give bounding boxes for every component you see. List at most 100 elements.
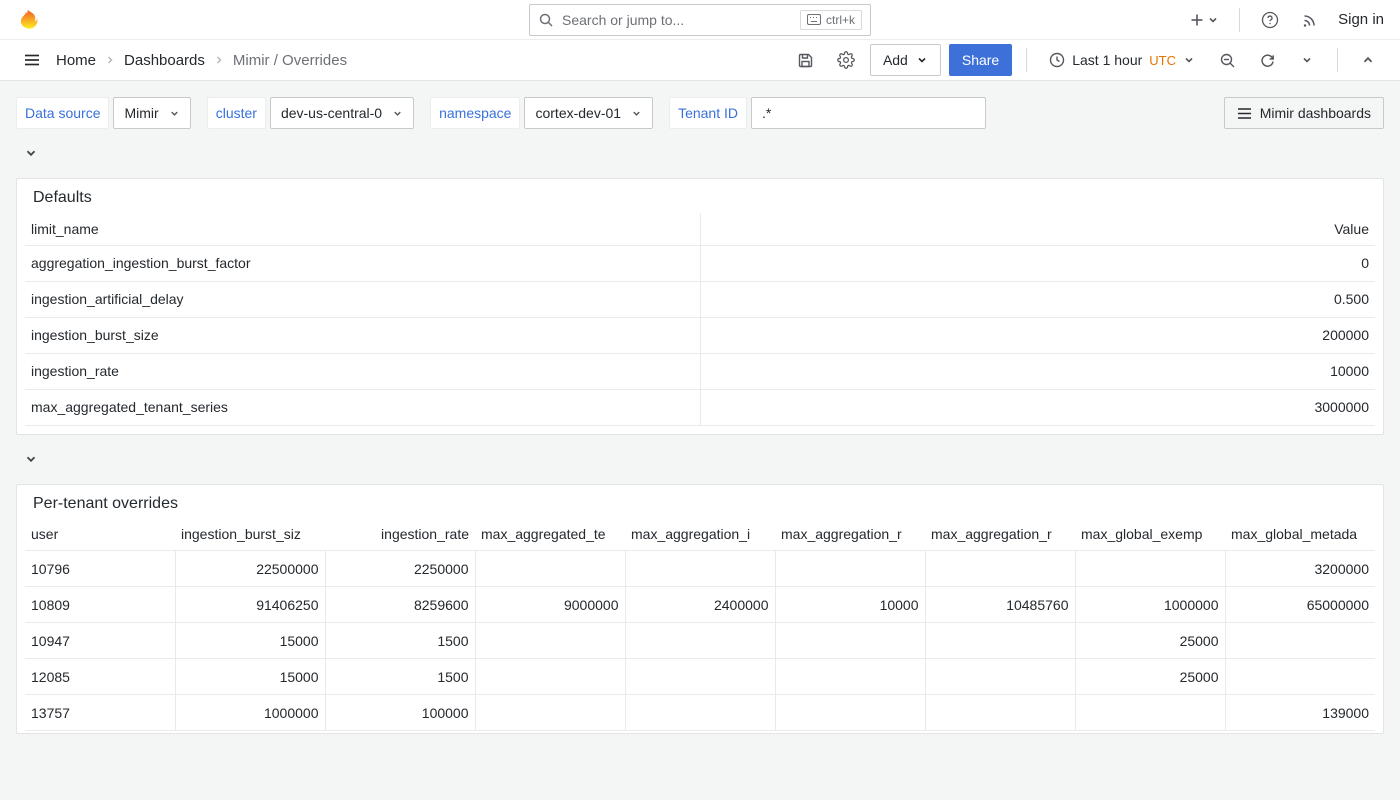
table-row: 1208515000150025000 xyxy=(25,659,1375,695)
plus-icon xyxy=(1189,12,1205,28)
defaults-table: limit_nameValue aggregation_ingestion_bu… xyxy=(25,213,1375,426)
column-header[interactable]: max_global_exemp xyxy=(1075,519,1225,551)
refresh-interval-button[interactable] xyxy=(1291,44,1323,76)
table-cell: 12085 xyxy=(25,659,175,695)
variable-tenant-id: Tenant ID xyxy=(669,97,986,129)
search-bar[interactable]: Search or jump to... ctrl+k xyxy=(529,4,871,36)
time-range-picker[interactable]: Last 1 hour UTC xyxy=(1041,44,1203,76)
row-collapse-toggle[interactable] xyxy=(24,145,38,161)
table-cell: ingestion_burst_size xyxy=(25,317,700,353)
column-header[interactable]: max_aggregation_r xyxy=(775,519,925,551)
column-header[interactable]: ingestion_rate xyxy=(325,519,475,551)
table-cell: 10809 xyxy=(25,587,175,623)
table-cell: 1500 xyxy=(325,623,475,659)
table-cell xyxy=(775,623,925,659)
datasource-label: Data source xyxy=(16,97,109,129)
table-row: 1080991406250825960090000002400000100001… xyxy=(25,587,1375,623)
table-cell xyxy=(925,695,1075,731)
table-row: ingestion_burst_size200000 xyxy=(25,317,1375,353)
per-tenant-overrides-panel: Per-tenant overrides useringestion_burst… xyxy=(16,484,1384,734)
table-cell: 2400000 xyxy=(625,587,775,623)
table-cell: 91406250 xyxy=(175,587,325,623)
table-cell: 10000 xyxy=(775,587,925,623)
chevron-down-icon xyxy=(24,452,38,466)
table-header-row: limit_nameValue xyxy=(25,213,1375,245)
chevron-down-icon xyxy=(392,108,403,119)
table-cell xyxy=(925,659,1075,695)
row-collapse-toggle[interactable] xyxy=(24,451,38,467)
sign-in-link[interactable]: Sign in xyxy=(1338,11,1384,28)
share-button[interactable]: Share xyxy=(949,44,1012,76)
add-panel-button[interactable]: Add xyxy=(870,44,941,76)
collapse-toolbar-button[interactable] xyxy=(1352,44,1384,76)
panel-title[interactable]: Per-tenant overrides xyxy=(25,489,1375,519)
breadcrumb-home[interactable]: Home xyxy=(56,52,96,69)
dashboard-toolbar: Home Dashboards Mimir / Overrides Add xyxy=(0,40,1400,81)
breadcrumb-dashboards[interactable]: Dashboards xyxy=(124,52,205,69)
table-cell xyxy=(475,551,625,587)
table-cell: 3200000 xyxy=(1225,551,1375,587)
column-header[interactable]: max_aggregation_r xyxy=(925,519,1075,551)
column-header[interactable]: max_global_metada xyxy=(1225,519,1375,551)
table-cell xyxy=(475,695,625,731)
table-cell: 1000000 xyxy=(175,695,325,731)
rss-icon xyxy=(1301,11,1319,29)
table-cell: aggregation_ingestion_burst_factor xyxy=(25,245,700,281)
table-cell xyxy=(775,695,925,731)
column-header[interactable]: max_aggregation_i xyxy=(625,519,775,551)
divider xyxy=(1239,8,1240,32)
breadcrumb-current: Mimir / Overrides xyxy=(233,52,347,69)
save-dashboard-button[interactable] xyxy=(790,44,822,76)
chevron-right-icon xyxy=(213,54,225,66)
column-header[interactable]: limit_name xyxy=(25,213,700,245)
top-navbar: Search or jump to... ctrl+k xyxy=(0,0,1400,40)
menu-toggle-button[interactable] xyxy=(16,44,48,76)
gear-icon xyxy=(837,51,855,69)
zoom-out-icon xyxy=(1219,52,1236,69)
dashboard-settings-button[interactable] xyxy=(830,44,862,76)
table-cell: 100000 xyxy=(325,695,475,731)
table-cell: 13757 xyxy=(25,695,175,731)
table-cell: 65000000 xyxy=(1225,587,1375,623)
table-cell: 2250000 xyxy=(325,551,475,587)
table-row: 137571000000100000139000 xyxy=(25,695,1375,731)
datasource-select[interactable]: Mimir xyxy=(113,97,190,129)
new-menu-button[interactable] xyxy=(1183,8,1225,32)
table-header-row: useringestion_burst_sizingestion_ratemax… xyxy=(25,519,1375,551)
cluster-select[interactable]: dev-us-central-0 xyxy=(270,97,414,129)
table-cell xyxy=(775,551,925,587)
breadcrumb: Home Dashboards Mimir / Overrides xyxy=(56,52,347,69)
column-header[interactable]: user xyxy=(25,519,175,551)
table-cell xyxy=(925,551,1075,587)
chevron-down-icon xyxy=(24,146,38,160)
tenant-id-input[interactable] xyxy=(751,97,986,129)
overrides-table: useringestion_burst_sizingestion_ratemax… xyxy=(25,519,1375,732)
grafana-logo-icon[interactable] xyxy=(16,8,40,32)
table-cell: 22500000 xyxy=(175,551,325,587)
column-header[interactable]: ingestion_burst_siz xyxy=(175,519,325,551)
table-cell xyxy=(1075,551,1225,587)
news-button[interactable] xyxy=(1294,4,1326,36)
mimir-dashboards-button[interactable]: Mimir dashboards xyxy=(1224,97,1384,129)
defaults-panel: Defaults limit_nameValue aggregation_ing… xyxy=(16,178,1384,435)
refresh-icon xyxy=(1259,52,1276,69)
table-row: aggregation_ingestion_burst_factor0 xyxy=(25,245,1375,281)
zoom-out-time-button[interactable] xyxy=(1211,44,1243,76)
namespace-label: namespace xyxy=(430,97,520,129)
table-cell xyxy=(475,623,625,659)
tenant-id-label: Tenant ID xyxy=(669,97,747,129)
chevron-right-icon xyxy=(104,54,116,66)
table-cell xyxy=(625,659,775,695)
table-cell: 1000000 xyxy=(1075,587,1225,623)
panel-title[interactable]: Defaults xyxy=(25,183,1375,213)
column-header[interactable]: Value xyxy=(700,213,1375,245)
table-cell: ingestion_artificial_delay xyxy=(25,281,700,317)
variable-datasource: Data source Mimir xyxy=(16,97,191,129)
table-cell xyxy=(1225,659,1375,695)
table-row: ingestion_artificial_delay0.500 xyxy=(25,281,1375,317)
namespace-select[interactable]: cortex-dev-01 xyxy=(524,97,653,129)
table-row: 107962250000022500003200000 xyxy=(25,551,1375,587)
refresh-button[interactable] xyxy=(1251,44,1283,76)
help-button[interactable] xyxy=(1254,4,1286,36)
column-header[interactable]: max_aggregated_te xyxy=(475,519,625,551)
